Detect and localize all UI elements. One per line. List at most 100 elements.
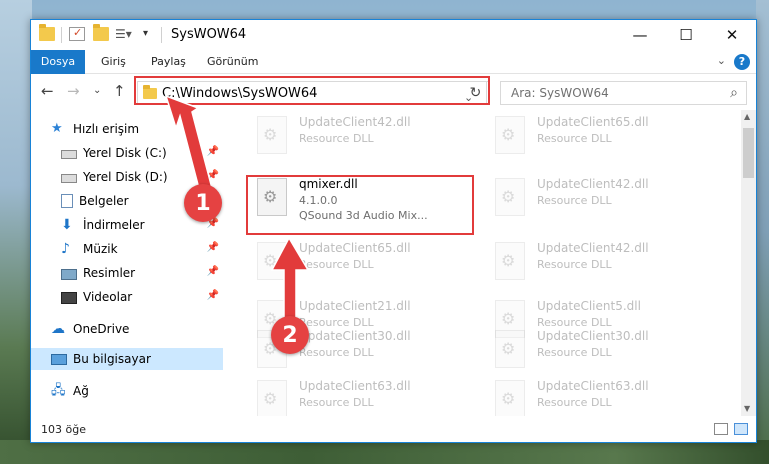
file-item[interactable]: UpdateClient42.dll Resource DLL: [461, 238, 691, 284]
customize-toolbar-chevron-icon[interactable]: ▾: [143, 27, 159, 41]
tab-share[interactable]: Paylaş: [139, 50, 198, 74]
title-separator: [161, 27, 162, 43]
search-icon[interactable]: ⌕: [730, 85, 738, 101]
file-name: UpdateClient65.dll: [537, 115, 649, 129]
star-icon: ★: [51, 121, 63, 136]
search-input[interactable]: Ara: SysWOW64: [511, 86, 609, 100]
sidebar-item-quick-access[interactable]: ★ Hızlı erişim: [31, 118, 223, 140]
pin-icon: 📌: [206, 290, 219, 301]
details-view-icon[interactable]: [714, 423, 728, 435]
video-icon: [61, 291, 77, 304]
file-name: UpdateClient21.dll: [299, 299, 411, 313]
file-type: Resource DLL: [537, 346, 612, 359]
sidebar-item-pictures[interactable]: Resimler 📌: [31, 262, 223, 284]
file-type: Resource DLL: [299, 132, 374, 145]
tab-home[interactable]: Giriş: [89, 50, 138, 74]
dll-file-icon: [495, 380, 525, 416]
help-button[interactable]: ?: [734, 54, 750, 70]
file-item[interactable]: UpdateClient42.dll Resource DLL: [223, 112, 453, 158]
desktop-background-bottom: [0, 440, 769, 464]
properties-icon[interactable]: ✓: [69, 26, 85, 41]
sidebar-item-network[interactable]: 🖧 Ağ: [31, 380, 223, 402]
music-icon: ♪: [61, 241, 70, 257]
recent-locations-chevron-icon[interactable]: ⌄: [93, 85, 101, 96]
dll-file-icon: [257, 116, 287, 154]
sidebar-item-music[interactable]: ♪ Müzik 📌: [31, 238, 223, 260]
file-type: Resource DLL: [299, 396, 374, 409]
view-options-icon[interactable]: ☰▾: [115, 27, 132, 41]
search-box[interactable]: Ara: SysWOW64 ⌕: [500, 81, 747, 105]
expand-ribbon-chevron-icon[interactable]: ⌄: [717, 54, 726, 67]
back-arrow-icon[interactable]: ←: [41, 82, 54, 100]
drive-icon: [61, 150, 77, 159]
large-icons-view-icon[interactable]: [734, 423, 748, 435]
up-arrow-icon[interactable]: ↑: [113, 82, 126, 100]
forward-arrow-icon[interactable]: →: [67, 82, 80, 100]
sidebar-item-label: Yerel Disk (C:): [83, 146, 167, 160]
sidebar-item-label: Müzik: [83, 242, 118, 256]
sidebar-item-label: Yerel Disk (D:): [83, 170, 168, 184]
sidebar-item-label: Hızlı erişim: [73, 122, 140, 136]
address-bar-highlight: [134, 76, 490, 105]
tab-view[interactable]: Görünüm: [195, 50, 270, 74]
tab-file[interactable]: Dosya: [31, 50, 85, 74]
scroll-down-arrow-icon[interactable]: ▼: [744, 404, 750, 413]
vertical-scrollbar[interactable]: ▲ ▼: [741, 110, 756, 416]
close-button[interactable]: ✕: [709, 20, 755, 50]
pin-icon: 📌: [206, 170, 219, 181]
file-item[interactable]: UpdateClient65.dll Resource DLL: [461, 112, 691, 158]
file-type: Resource DLL: [299, 258, 374, 271]
sidebar-item-label: Ağ: [73, 384, 89, 398]
pin-icon: 📌: [206, 266, 219, 277]
drive-icon: [61, 174, 77, 183]
file-item[interactable]: UpdateClient65.dll Resource DLL: [223, 238, 453, 284]
dll-file-icon: [495, 330, 525, 368]
quick-access-separator: [61, 27, 62, 43]
scroll-up-arrow-icon[interactable]: ▲: [744, 112, 750, 121]
file-item[interactable]: UpdateClient42.dll Resource DLL: [461, 174, 691, 220]
file-name: UpdateClient30.dll: [537, 329, 649, 343]
dll-file-icon: [495, 242, 525, 280]
new-folder-icon[interactable]: [93, 24, 109, 41]
file-item[interactable]: UpdateClient63.dll Resource DLL: [461, 376, 691, 416]
file-name: UpdateClient63.dll: [537, 379, 649, 393]
scrollbar-thumb[interactable]: [743, 128, 754, 178]
file-type: Resource DLL: [537, 194, 612, 207]
file-item[interactable]: UpdateClient30.dll Resource DLL: [461, 326, 691, 372]
file-name: UpdateClient65.dll: [299, 241, 411, 255]
computer-icon: [51, 354, 67, 365]
status-bar: 103 öğe: [31, 418, 756, 442]
file-name: UpdateClient5.dll: [537, 299, 641, 313]
navigation-pane: ★ Hızlı erişim Yerel Disk (C:) 📌 Yerel D…: [31, 110, 223, 416]
minimize-button[interactable]: —: [617, 20, 663, 50]
qmixer-file-highlight: [246, 175, 474, 235]
maximize-button[interactable]: ☐: [663, 20, 709, 50]
sidebar-item-label: Belgeler: [79, 194, 129, 208]
ribbon-tabs: Dosya Giriş Paylaş Görünüm ⌄ ?: [31, 50, 756, 74]
item-count: 103 öğe: [41, 423, 86, 436]
dll-file-icon: [257, 242, 287, 280]
pictures-icon: [61, 268, 77, 280]
sidebar-item-local-disk-c[interactable]: Yerel Disk (C:) 📌: [31, 142, 223, 164]
sidebar-item-this-pc[interactable]: Bu bilgisayar: [31, 348, 223, 370]
download-icon: ⬇: [61, 217, 73, 233]
step-1-badge: 1: [184, 184, 222, 222]
sidebar-item-label: Videolar: [83, 290, 133, 304]
file-name: UpdateClient30.dll: [299, 329, 411, 343]
cloud-icon: ☁: [51, 321, 65, 337]
pin-icon: 📌: [206, 242, 219, 253]
window-title: SysWOW64: [171, 27, 247, 42]
sidebar-item-videos[interactable]: Videolar 📌: [31, 286, 223, 308]
file-item[interactable]: UpdateClient63.dll Resource DLL: [223, 376, 453, 416]
file-list: UpdateClient42.dll Resource DLL UpdateCl…: [223, 110, 741, 416]
file-item[interactable]: UpdateClient30.dll Resource DLL: [223, 326, 453, 372]
file-name: UpdateClient42.dll: [537, 241, 649, 255]
sidebar-item-label: İndirmeler: [83, 218, 145, 232]
sidebar-item-onedrive[interactable]: ☁ OneDrive: [31, 318, 223, 340]
file-type: Resource DLL: [537, 396, 612, 409]
file-type: Resource DLL: [537, 132, 612, 145]
dll-file-icon: [257, 380, 287, 416]
file-type: Resource DLL: [537, 258, 612, 271]
desktop-background-left: [0, 0, 32, 464]
sidebar-item-label: Resimler: [83, 266, 136, 280]
